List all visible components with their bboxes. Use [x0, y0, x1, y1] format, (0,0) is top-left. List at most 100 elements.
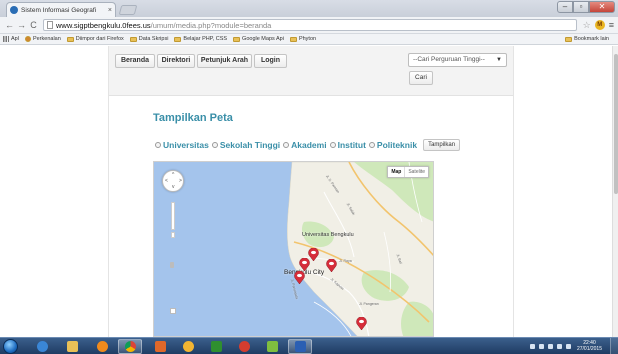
chrome-icon: [124, 341, 136, 352]
bookmark-perkenalan[interactable]: Perkenalan: [24, 36, 61, 42]
search-button[interactable]: Cari: [409, 71, 433, 85]
pegman-icon[interactable]: [170, 262, 174, 268]
taskbar-chrome[interactable]: [118, 339, 142, 354]
apps-icon: [3, 36, 9, 42]
bookmark-other[interactable]: Bookmark lain: [565, 36, 609, 42]
google-map[interactable]: Map Satelite ^ < > v Universitas Bengkul…: [153, 161, 434, 337]
page-viewport: Beranda Direktori Petunjuk Arah Login --…: [0, 46, 612, 337]
bookmark-google-maps-api[interactable]: Google Maps Api: [233, 36, 284, 42]
page-icon: [47, 21, 53, 29]
tray-monitor-icon[interactable]: [547, 343, 553, 349]
address-toolbar: ← → C www.sigptbengkulu.0fees.us/umum/me…: [0, 17, 618, 34]
filter-label-politeknik: Politeknik: [376, 140, 418, 150]
taskbar-explorer[interactable]: [60, 339, 84, 354]
map-type-satellite-button[interactable]: Satelite: [404, 167, 428, 177]
zoom-slider[interactable]: [171, 202, 175, 230]
tray-volume-icon[interactable]: [565, 343, 571, 349]
radio-institut[interactable]: [329, 142, 336, 148]
tray-arrow-icon[interactable]: [529, 343, 535, 349]
address-bar[interactable]: www.sigptbengkulu.0fees.us/umum/media.ph…: [43, 19, 577, 31]
bookmark-apps[interactable]: Apl: [3, 36, 19, 42]
zoom-out-icon[interactable]: [170, 308, 176, 314]
back-arrow-icon[interactable]: ←: [4, 20, 15, 30]
page-title: Tampilkan Peta: [153, 112, 233, 124]
show-desktop-button[interactable]: [610, 338, 618, 354]
filter-label-akademi: Akademi: [291, 140, 327, 150]
folder-icon: [289, 36, 297, 42]
browser-menu-icon[interactable]: ≡: [609, 20, 614, 30]
pan-control-icon[interactable]: ^ < > v: [162, 170, 184, 192]
map-type-map-button[interactable]: Map: [388, 167, 404, 177]
university-marker-icon[interactable]: [356, 317, 367, 330]
taskbar-app-2[interactable]: [176, 339, 200, 354]
filter-label-sekolah-tinggi: Sekolah Tinggi: [219, 140, 281, 150]
radio-politeknik[interactable]: [368, 142, 375, 148]
folder-icon: [233, 36, 241, 42]
nav-login-button[interactable]: Login: [254, 54, 287, 68]
folder-icon: [174, 36, 182, 42]
app-icon: [182, 341, 194, 352]
folder-icon: [24, 36, 31, 42]
category-filters: Universitas Sekolah Tinggi Akademi Insti…: [153, 138, 461, 152]
taskbar-clock[interactable]: 22:40 27/01/2015: [577, 340, 602, 352]
media-player-icon: [96, 341, 108, 352]
taskbar-ie[interactable]: [30, 339, 54, 354]
filter-label-universitas: Universitas: [163, 140, 209, 150]
tray-network-icon[interactable]: [556, 343, 562, 349]
app-icon: [266, 341, 278, 352]
taskbar-app-1[interactable]: [148, 339, 172, 354]
university-marker-icon[interactable]: [294, 271, 305, 284]
reload-icon[interactable]: C: [28, 20, 39, 30]
taskbar-media[interactable]: [90, 339, 114, 354]
chevron-down-icon: ▼: [496, 57, 502, 63]
search-university-select[interactable]: --Cari Perguruan Tinggi-- ▼: [408, 53, 507, 67]
radio-sekolah-tinggi[interactable]: [211, 142, 218, 148]
nav-petunjuk-arah-button[interactable]: Petunjuk Arah: [197, 54, 252, 68]
app-icon: [154, 341, 166, 352]
zoom-handle-icon[interactable]: [171, 232, 175, 238]
system-tray: 22:40 27/01/2015: [529, 340, 602, 352]
bookmarks-bar: Apl Perkenalan Diimpor dari Firefox Data…: [0, 34, 618, 45]
bookmark-belajar-php[interactable]: Belajar PHP, CSS: [174, 36, 227, 42]
taskbar-word[interactable]: [288, 339, 312, 354]
bookmark-star-icon[interactable]: ☆: [583, 20, 591, 31]
page-scrollbar[interactable]: [612, 46, 618, 337]
folder-icon: [565, 36, 573, 42]
bookmark-phyton[interactable]: Phyton: [289, 36, 316, 42]
close-window-button[interactable]: ✕: [589, 1, 615, 13]
minimize-button[interactable]: –: [557, 1, 573, 13]
left-margin: [0, 46, 108, 337]
map-label-road-1: Jl. Raya: [339, 259, 352, 263]
university-marker-icon[interactable]: [299, 258, 310, 271]
internet-explorer-icon: [36, 341, 48, 352]
bookmark-data-skripsi[interactable]: Data Skripsi: [129, 36, 168, 42]
nav-beranda-button[interactable]: Beranda: [115, 54, 155, 68]
site-navbar: Beranda Direktori Petunjuk Arah Login --…: [109, 46, 513, 96]
taskbar-app-4[interactable]: [260, 339, 284, 354]
nav-direktori-button[interactable]: Direktori: [157, 54, 195, 68]
url-path: /umum/media.php?module=beranda: [150, 20, 272, 30]
folder-icon: [66, 341, 78, 352]
radio-universitas[interactable]: [155, 142, 161, 148]
browser-tab[interactable]: Sistem Informasi Geografi ×: [6, 2, 116, 17]
forward-arrow-icon[interactable]: →: [16, 20, 27, 30]
tab-close-icon[interactable]: ×: [108, 7, 112, 14]
url-host: www.sigptbengkulu.0fees.us: [56, 20, 151, 30]
bookmark-firefox-import[interactable]: Diimpor dari Firefox: [66, 36, 124, 42]
scrollbar-thumb[interactable]: [614, 54, 618, 194]
show-map-button[interactable]: Tampilkan: [423, 139, 461, 151]
folder-icon: [66, 36, 74, 42]
maximize-button[interactable]: ▫: [573, 1, 589, 13]
university-marker-icon[interactable]: [326, 259, 337, 272]
extension-icon[interactable]: M: [594, 20, 605, 30]
radio-akademi[interactable]: [283, 142, 290, 148]
taskbar-app-3[interactable]: [232, 339, 256, 354]
new-tab-button[interactable]: [118, 5, 138, 15]
tray-flag-icon[interactable]: [538, 343, 544, 349]
main-container: Beranda Direktori Petunjuk Arah Login --…: [108, 46, 514, 337]
start-button[interactable]: [3, 339, 18, 354]
windows-taskbar: 22:40 27/01/2015: [0, 337, 618, 354]
dreamweaver-icon: [210, 341, 222, 352]
map-type-control: Map Satelite: [387, 166, 429, 178]
taskbar-dreamweaver[interactable]: [204, 339, 228, 354]
